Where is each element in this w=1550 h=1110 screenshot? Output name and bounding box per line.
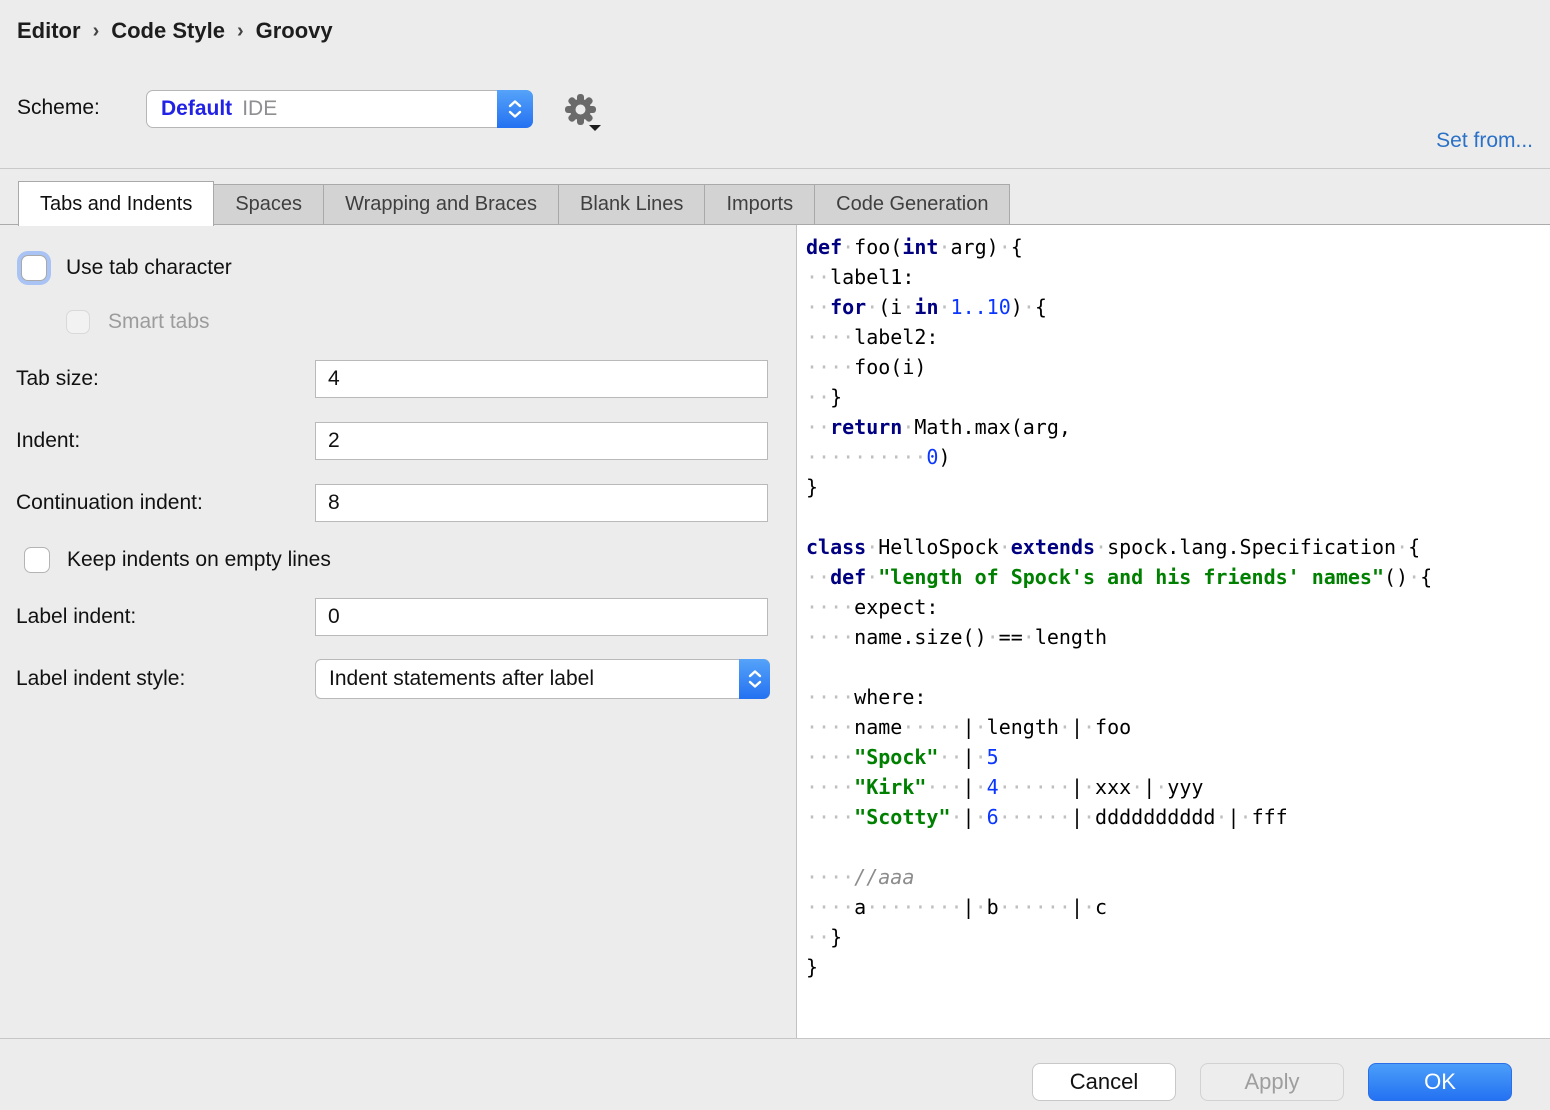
label-indent-input[interactable] xyxy=(315,598,768,636)
breadcrumb-separator: › xyxy=(93,20,100,43)
use-tab-character-label[interactable]: Use tab character xyxy=(66,253,232,283)
label-indent-style-label: Label indent style: xyxy=(16,660,185,698)
breadcrumb-editor[interactable]: Editor xyxy=(17,18,81,44)
gear-icon xyxy=(563,92,603,132)
tab-blank-lines[interactable]: Blank Lines xyxy=(559,184,705,225)
scheme-label: Scheme: xyxy=(17,96,100,120)
tab-imports[interactable]: Imports xyxy=(705,184,815,225)
breadcrumb-separator: › xyxy=(237,20,244,43)
tab-wrapping-and-braces[interactable]: Wrapping and Braces xyxy=(324,184,559,225)
smart-tabs-checkbox xyxy=(66,310,90,334)
cancel-button[interactable]: Cancel xyxy=(1032,1063,1176,1101)
label-indent-style-value: Indent statements after label xyxy=(329,667,594,691)
use-tab-character-checkbox[interactable] xyxy=(21,255,47,281)
indent-label: Indent: xyxy=(16,422,80,460)
dropdown-stepper-icon xyxy=(739,659,770,699)
tab-spaces[interactable]: Spaces xyxy=(214,184,324,225)
keep-indents-checkbox[interactable] xyxy=(24,547,50,573)
tab-tabs-and-indents[interactable]: Tabs and Indents xyxy=(18,181,214,226)
scheme-ide-tag: IDE xyxy=(242,97,277,121)
dropdown-stepper-icon xyxy=(497,90,533,128)
smart-tabs-label: Smart tabs xyxy=(108,307,210,337)
tab-code-generation[interactable]: Code Generation xyxy=(815,184,1010,225)
label-indent-label: Label indent: xyxy=(16,598,136,636)
indent-input[interactable] xyxy=(315,422,768,460)
breadcrumb-code-style[interactable]: Code Style xyxy=(111,18,225,44)
apply-button: Apply xyxy=(1200,1063,1344,1101)
dialog-footer: Cancel Apply OK xyxy=(0,1038,1550,1110)
label-indent-style-dropdown[interactable]: Indent statements after label xyxy=(315,659,770,699)
code-preview: def·foo(int·arg)·{··label1:··for·(i·in·1… xyxy=(797,225,1550,1038)
ok-button[interactable]: OK xyxy=(1368,1063,1512,1101)
continuation-indent-label: Continuation indent: xyxy=(16,484,203,522)
scheme-actions-button[interactable] xyxy=(563,92,603,132)
indent-settings-panel: Use tab character Smart tabs Tab size: I… xyxy=(0,225,797,1038)
scheme-dropdown[interactable]: Default IDE xyxy=(146,90,533,128)
breadcrumb: Editor › Code Style › Groovy xyxy=(17,18,333,44)
tab-size-label: Tab size: xyxy=(16,360,99,398)
scheme-selected-value: Default xyxy=(161,97,232,121)
code-style-tabs: Tabs and Indents Spaces Wrapping and Bra… xyxy=(0,169,1550,225)
set-from-link[interactable]: Set from... xyxy=(1436,129,1533,153)
dropdown-arrow-icon xyxy=(589,125,601,131)
keep-indents-label[interactable]: Keep indents on empty lines xyxy=(67,545,331,575)
breadcrumb-groovy: Groovy xyxy=(256,18,333,44)
settings-header: Editor › Code Style › Groovy Scheme: Def… xyxy=(0,0,1550,169)
tab-size-input[interactable] xyxy=(315,360,768,398)
continuation-indent-input[interactable] xyxy=(315,484,768,522)
